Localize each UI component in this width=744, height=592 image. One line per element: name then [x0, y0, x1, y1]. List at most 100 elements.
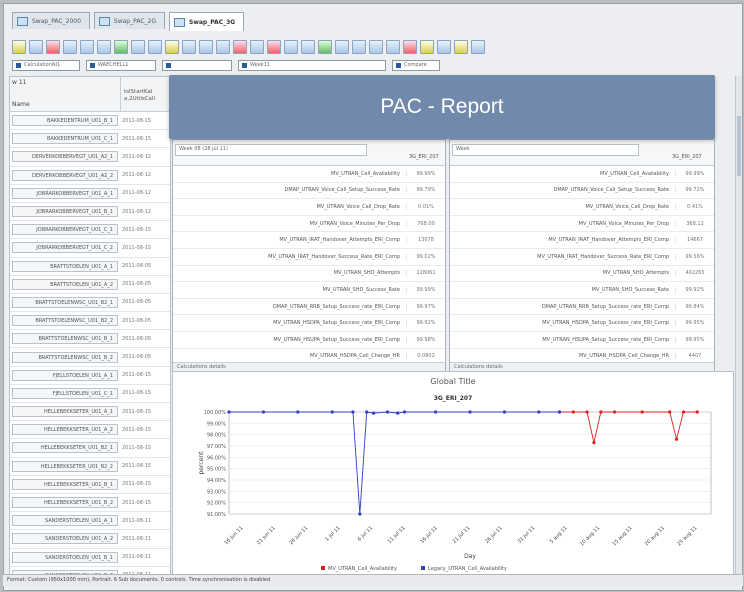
week-select[interactable]: Week [452, 144, 639, 156]
highlight-icon[interactable] [165, 40, 179, 54]
delete-icon[interactable] [267, 40, 281, 54]
y-tick-label: 93.00% [207, 489, 226, 495]
layout-icon[interactable] [284, 40, 298, 54]
table-icon[interactable] [131, 40, 145, 54]
cell-name[interactable]: JOBRARKOBBERVEGT_U01_C_2 [12, 242, 118, 254]
cell-name[interactable]: JOBRARKOBBERVEGT_U01_B_1 [12, 206, 118, 218]
filter-select-empty[interactable] [162, 59, 232, 71]
cell-row[interactable]: BRATTSTOELENWSC_U01_B_2 2011-08-05 [10, 348, 170, 367]
cell-row[interactable]: HELLEBEKKSETER_U01_A_1 2011-08-15 [10, 403, 170, 422]
cell-row[interactable]: SANDERSTOELEN_U01_A_1 2011-08-11 [10, 512, 170, 531]
tab-swap-pac-2000[interactable]: Swap_PAC_2000 [12, 12, 90, 29]
cell-name[interactable]: HELLEBEKKSETER_U01_A_1 [12, 406, 118, 418]
filter-icon[interactable] [97, 40, 111, 54]
cell-row[interactable]: DERVERKOBBERVEGT_U01_A2_1 2011-08-12 [10, 148, 170, 167]
metric-value: 4407 [675, 353, 714, 360]
cell-row[interactable]: BRATTSTOELENWSC_U01_B2_1 2011-08-05 [10, 294, 170, 313]
cell-name[interactable]: BRATTSTOELEN_U01_A_1 [12, 260, 118, 272]
compare-button[interactable]: Compare [392, 59, 440, 71]
cell-row[interactable]: BAKKEDENTRUM_U01_C_1 2011-08-15 [10, 130, 170, 149]
window-icon[interactable] [437, 40, 451, 54]
cell-name[interactable]: SANDERSTOELEN_U01_A_1 [12, 515, 118, 527]
cell-name[interactable]: BAKKEDENTRUM_U01_C_1 [12, 133, 118, 145]
line-chart-icon[interactable] [216, 40, 230, 54]
cell-name[interactable]: HELLEBEKKSETER_U01_B2_2 [12, 460, 118, 472]
chart-icon[interactable] [12, 40, 26, 54]
cell-row[interactable]: HELLEBEKKSETER_U01_A_2 2011-08-15 [10, 421, 170, 440]
cell-row[interactable]: BRATTSTOELENWSC_U01_B2_2 2011-08-05 [10, 312, 170, 331]
link-icon[interactable] [369, 40, 383, 54]
report-icon [98, 16, 110, 26]
cell-row[interactable]: BRATTSTOELEN_U01_A_1 2011-08-05 [10, 258, 170, 276]
filter-select-calculation[interactable]: CalculationNI1 [12, 59, 80, 71]
filter-select-cell[interactable]: WAECHELL1 [86, 59, 156, 71]
cell-row[interactable]: JOBRARKOBBERVEGT_U01_A_1 2011-08-12 [10, 185, 170, 203]
cell-row[interactable]: JOBRARKOBBERVEGT_U01_B_1 2011-08-12 [10, 203, 170, 222]
cell-name[interactable]: HELLEBEKKSETER_U01_A_2 [12, 424, 118, 436]
cell-row[interactable]: SANDERSTOELEN_U01_A_2 2011-08-11 [10, 530, 170, 549]
refresh-icon[interactable] [114, 40, 128, 54]
cell-row[interactable]: HELLEBEKKSETER_U01_B_2 2011-08-15 [10, 494, 170, 513]
alert-icon[interactable] [233, 40, 247, 54]
stop-icon[interactable] [403, 40, 417, 54]
cell-name[interactable]: DERVERKOBBERVEGT_U01_A2_2 [12, 169, 118, 181]
cell-name[interactable]: BRATTSTOELENWSC_U01_B2_2 [12, 315, 118, 327]
sort-icon[interactable] [182, 40, 196, 54]
folder-icon[interactable] [420, 40, 434, 54]
cell-row[interactable]: HELLEBEKKSETER_U01_B_1 2011-08-15 [10, 476, 170, 494]
cell-name[interactable]: FJELLSTOELEN_U01_C_1 [12, 387, 118, 399]
paste-icon[interactable] [80, 40, 94, 54]
cell-row[interactable]: FJELLSTOELEN_U01_C_1 2011-08-15 [10, 385, 170, 403]
date-column-header[interactable]: tslStartKal a,2UtilsCall [124, 89, 166, 103]
cell-name[interactable]: DERVERKOBBERVEGT_U01_A2_1 [12, 151, 118, 163]
close-icon[interactable] [46, 40, 60, 54]
info-icon[interactable] [471, 40, 485, 54]
cell-name[interactable]: BRATTSTOELEN_U01_A_2 [12, 278, 118, 290]
cell-row[interactable]: FJELLSTOELEN_U01_A_1 2011-08-15 [10, 367, 170, 385]
calendar-icon[interactable] [250, 40, 264, 54]
cell-row[interactable]: HELLEBEKKSETER_U01_B2_1 2011-08-15 [10, 439, 170, 458]
bar-chart-icon[interactable] [199, 40, 213, 54]
cell-name[interactable]: JOBRARKOBBERVEGT_U01_C_1 [12, 224, 118, 236]
settings-icon[interactable] [386, 40, 400, 54]
tab-swap-pac-3g[interactable]: Swap_PAC_3G [169, 12, 245, 31]
name-column-header[interactable]: Name [12, 101, 30, 108]
cell-name[interactable]: SANDERSTOELEN_U01_B_1 [12, 551, 118, 563]
filter-select-week[interactable]: Week11 [238, 59, 386, 71]
cell-row[interactable]: SANDERSTOELEN_U01_B_1 2011-08-11 [10, 549, 170, 567]
cell-name[interactable]: HELLEBEKKSETER_U01_B_1 [12, 478, 118, 490]
week-select[interactable]: Week 08 (28 jul 11) [175, 144, 367, 156]
vertical-scrollbar[interactable] [735, 76, 742, 574]
cell-name[interactable]: BRATTSTOELENWSC_U01_B2_1 [12, 296, 118, 308]
metric-value: 99.99% [675, 170, 714, 177]
print-icon[interactable] [301, 40, 315, 54]
cell-name[interactable]: BAKKEDENTRUM_U01_B_1 [12, 115, 118, 127]
copy-icon[interactable] [63, 40, 77, 54]
cell-row[interactable]: BRATTSTOELEN_U01_A_2 2011-08-05 [10, 276, 170, 294]
help-icon[interactable] [454, 40, 468, 54]
dropdown-icon [242, 62, 247, 68]
export-icon[interactable] [29, 40, 43, 54]
zoom-icon[interactable] [352, 40, 366, 54]
cell-name[interactable]: HELLEBEKKSETER_U01_B_2 [12, 497, 118, 509]
cell-row[interactable]: JOBRARKOBBERVEGT_U01_C_2 2011-08-15 [10, 239, 170, 258]
cell-name[interactable]: HELLEBEKKSETER_U01_B2_1 [12, 442, 118, 454]
grid-icon[interactable] [148, 40, 162, 54]
cell-row[interactable]: BRATTSTOELENWSC_U01_B_1 2011-08-05 [10, 330, 170, 349]
cell-row[interactable]: HELLEBEKKSETER_U01_B2_2 2011-08-15 [10, 458, 170, 476]
cell-name[interactable]: JOBRARKOBBERVEGT_U01_A_1 [12, 187, 118, 199]
filter-bar: CalculationNI1 WAECHELL1 Week11 Compare [12, 59, 734, 71]
cell-name[interactable]: BRATTSTOELENWSC_U01_B_1 [12, 333, 118, 345]
scroll-thumb[interactable] [737, 116, 741, 176]
tab-swap-pac-2g[interactable]: Swap_PAC_2G [93, 12, 165, 29]
metric-value: 99.97% [406, 303, 445, 310]
cell-name[interactable]: SANDERSTOELEN_U01_A_2 [12, 533, 118, 545]
cell-row[interactable]: DERVERKOBBERVEGT_U01_A2_2 2011-08-12 [10, 167, 170, 185]
cell-name[interactable]: BRATTSTOELENWSC_U01_B_2 [12, 351, 118, 363]
add-icon[interactable] [318, 40, 332, 54]
search-icon[interactable] [335, 40, 349, 54]
cell-row[interactable]: BAKKEDENTRUM_U01_B_1 2011-08-15 [10, 112, 170, 131]
cell-name[interactable]: FJELLSTOELEN_U01_A_1 [12, 369, 118, 381]
cell-row[interactable]: JOBRARKOBBERVEGT_U01_C_1 2011-08-15 [10, 221, 170, 240]
metric-row: MV_UTRAN_SHO_Attempts 128061 [173, 266, 445, 283]
